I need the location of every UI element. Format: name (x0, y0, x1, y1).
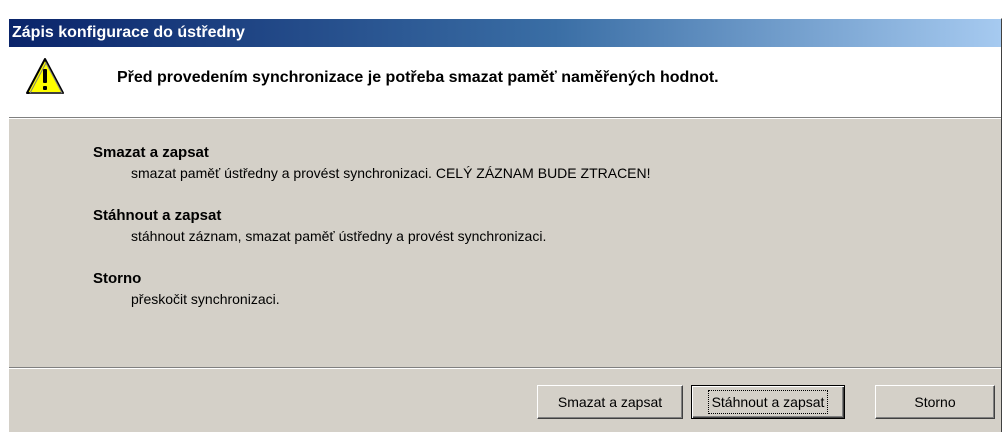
option-title: Stáhnout a zapsat (93, 207, 222, 224)
dialog-title: Zápis konfigurace do ústředny (9, 19, 1001, 47)
option-description: přeskočit synchronizaci. (131, 291, 280, 307)
download-and-write-label: Stáhnout a zapsat (707, 390, 829, 414)
cancel-button[interactable]: Storno (875, 385, 995, 419)
dialog-header: Před provedením synchronizace je potřeba… (9, 47, 1001, 118)
dialog-window: Zápis konfigurace do ústředny Před prove… (8, 18, 1002, 432)
warning-icon (26, 58, 64, 94)
delete-and-write-button[interactable]: Smazat a zapsat (537, 385, 683, 419)
option-download-write: Stáhnout a zapsat stáhnout záznam, smaza… (93, 206, 651, 246)
option-description: stáhnout záznam, smazat paměť ústředny a… (131, 228, 547, 244)
options-list: Smazat a zapsat smazat paměť ústředny a … (93, 143, 651, 332)
option-title: Storno (93, 270, 142, 287)
option-delete-write: Smazat a zapsat smazat paměť ústředny a … (93, 143, 651, 183)
option-title: Smazat a zapsat (93, 144, 209, 161)
option-description: smazat paměť ústředny a provést synchron… (131, 165, 651, 181)
option-cancel: Storno přeskočit synchronizaci. (93, 269, 651, 309)
header-divider (9, 118, 1001, 119)
download-and-write-button[interactable]: Stáhnout a zapsat (691, 385, 845, 419)
footer-divider-highlight (9, 368, 1001, 369)
header-message: Před provedením synchronizace je potřeba… (117, 69, 719, 86)
